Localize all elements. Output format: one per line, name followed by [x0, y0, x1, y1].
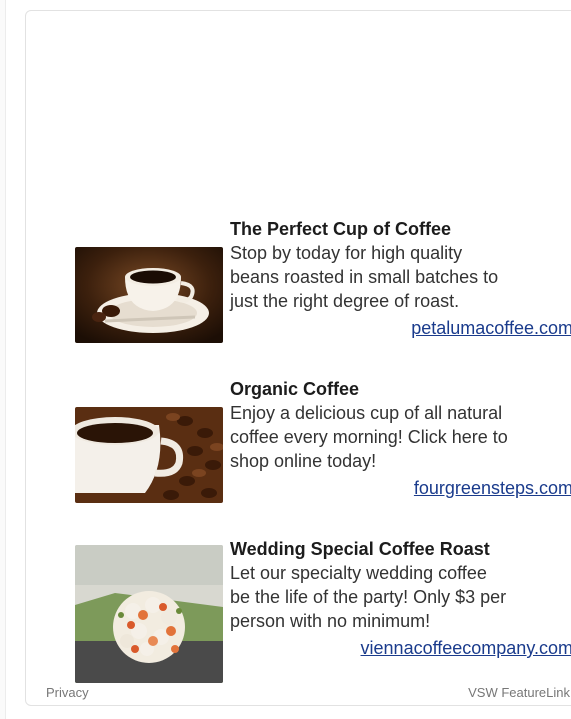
ad-2-desc-line-1: Enjoy a delicious cup of all natural	[230, 403, 503, 423]
sponsored-links-widget: The Perfect Cup of Coffee Stop by today …	[25, 10, 571, 706]
page: The Perfect Cup of Coffee Stop by today …	[0, 0, 571, 719]
ad-2-desc-line-2: coffee every morning! Click here to	[230, 427, 508, 447]
ad-3-desc-line-1: Let our specialty wedding coffee	[230, 563, 487, 583]
ad-3-description: Let our specialty wedding coffee be the …	[230, 561, 571, 633]
ad-2-image[interactable]	[75, 407, 223, 503]
ad-3-image[interactable]	[75, 545, 223, 683]
ad-1-image[interactable]	[75, 247, 223, 343]
widget-footer: Privacy VSW FeatureLink	[46, 685, 570, 707]
ad-1-description: Stop by today for high quality beans roa…	[230, 241, 571, 313]
coffee-cup-saucer-icon	[75, 247, 223, 343]
left-rail	[0, 0, 6, 719]
ad-1-title[interactable]: The Perfect Cup of Coffee	[230, 217, 571, 241]
privacy-link[interactable]: Privacy	[46, 685, 89, 700]
ad-3-link[interactable]: viennacoffeecompany.com	[230, 636, 571, 660]
ad-1-desc-line-2: beans roasted in small batches to	[230, 267, 499, 287]
ad-3-desc-line-2: be the life of the party! Only $3 per	[230, 587, 507, 607]
ad-2-link[interactable]: fourgreensteps.com	[230, 476, 571, 500]
featurelink-brand[interactable]: VSW FeatureLink	[468, 685, 570, 700]
ad-1-desc-line-3: just the right degree of roast.	[230, 291, 460, 311]
wedding-bouquet-icon	[75, 545, 223, 683]
ad-1-desc-line-1: Stop by today for high quality	[230, 243, 463, 263]
coffee-cup-beans-icon	[75, 407, 223, 503]
ad-3-desc-line-3: person with no minimum!	[230, 611, 431, 631]
ad-2-text: Organic Coffee Enjoy a delicious cup of …	[230, 377, 571, 500]
ad-2-title[interactable]: Organic Coffee	[230, 377, 571, 401]
ad-1-link[interactable]: petalumacoffee.com	[230, 316, 571, 340]
ad-2-desc-line-3: shop online today!	[230, 451, 377, 471]
ad-1-text: The Perfect Cup of Coffee Stop by today …	[230, 217, 571, 340]
ad-3-text: Wedding Special Coffee Roast Let our spe…	[230, 537, 571, 660]
ad-3-title[interactable]: Wedding Special Coffee Roast	[230, 537, 571, 561]
ad-2-description: Enjoy a delicious cup of all natural cof…	[230, 401, 571, 473]
